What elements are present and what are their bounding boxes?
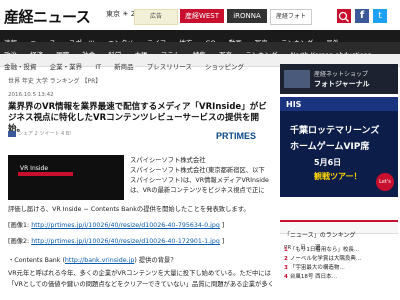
ranking-list: 1 「もり1日着用なら」校長… 2 ノーベル化学賞は大隅良典… 3 「宇宙最大の構造物… — [280, 246, 398, 282]
share-row[interactable]: シェア 2 ツイート 4 B! — [8, 130, 71, 137]
facebook-share-icon[interactable] — [8, 130, 16, 137]
nav-primary: 速報 ニュース スポーツ エンタメ ライフ 地方 GO 動画 写真 ランキング … — [0, 30, 400, 47]
company-line: スパイシーソフト株式会社 — [130, 157, 206, 164]
ad-line-3: 5月6日 — [314, 158, 342, 167]
image-caption-2: [画像2: http://prtimes.jp/i/10026/40/resiz… — [8, 236, 224, 245]
ad-line-1: 千葉ロッテマリーンズ — [290, 126, 380, 136]
contents-bank-label: ・Contents Bank ( — [8, 257, 65, 264]
sidebar-ad-sub: フォトジャーナル — [314, 80, 370, 88]
facebook-icon[interactable]: f — [355, 9, 369, 23]
rank-text[interactable]: ノーベル化学賞は大隅良典… — [290, 256, 362, 262]
article-tail-line-1: VR元年と呼ばれる今年、多くの企業がVRコンテンツを大量に投下し始めている。ただ… — [8, 270, 271, 277]
contents-bank-link[interactable]: http://bank.vrinside.jp — [65, 257, 135, 264]
image-caption-1: [画像1: http://prtimes.jp/i/10026/40/resiz… — [8, 220, 224, 229]
thumbnail-accent — [18, 172, 73, 176]
tab-sankei-west[interactable]: 産経WEST — [180, 9, 224, 23]
nav-tertiary-item[interactable]: ショッピング — [201, 61, 248, 73]
ranking-tabs: PR 日 週 — [280, 234, 398, 251]
image-caption-label: [画像1: — [8, 222, 32, 229]
prtimes-logo: PRTIMES — [216, 131, 257, 141]
nav-tertiary-item[interactable]: 企業・業界 — [46, 61, 87, 73]
search-icon[interactable] — [337, 9, 351, 23]
header-ad[interactable]: 広告 — [134, 9, 178, 25]
image-link-1[interactable]: http://prtimes.jp/i/10026/40/resize/d100… — [31, 222, 220, 229]
rank-number: 3 — [284, 265, 288, 271]
nav-tertiary-item[interactable]: プレスリリース — [143, 61, 196, 73]
ad-line-4: 観戦ツアー！ — [314, 172, 362, 181]
contents-bank-close: ) 提供の背景？ — [134, 257, 177, 264]
sidebar-ad-photo[interactable]: 産経ネットショップ フォトジャーナル — [280, 64, 398, 94]
twitter-icon[interactable]: t — [373, 9, 387, 23]
rank-number: 4 — [284, 274, 288, 280]
site-logo[interactable]: 産経ニュース — [4, 6, 91, 27]
sidebar-ad-his[interactable]: HIS 千葉ロッテマリーンズ ホームゲームVIP席 5月6日 観戦ツアー！ Le… — [280, 97, 398, 197]
image-caption-close: ] — [219, 238, 225, 245]
rank-text[interactable]: 「宇宙最大の構造物… — [290, 265, 345, 271]
nav-secondary: 政治 経済 国際 社会 科学 主張 コラム 特集 写真 ランキング North … — [0, 42, 400, 59]
rank-number: 2 — [284, 256, 288, 262]
thumbnail-title: VR Inside — [20, 165, 49, 172]
company-line: スパイシーソフト)は、VR情報メディアVRInside — [130, 177, 269, 184]
ranking-item[interactable]: 1 「もり1日着用なら」校長… — [280, 246, 398, 255]
tab-sankei-photo[interactable]: 産経フォト — [270, 9, 312, 25]
article-thumbnail — [8, 155, 124, 200]
ad-badge: Let's Go — [376, 173, 394, 191]
article-tail-line-2: 「VRとしての価値や鍵いの問題点などをクリアーできていない」品質に問題がある企業… — [8, 281, 272, 288]
nav-tertiary-item[interactable]: 金融・投資 — [0, 61, 41, 73]
ranking-header: 「ニュース」のランキング — [280, 220, 398, 239]
image-link-2[interactable]: http://prtimes.jp/i/10026/40/resize/d100… — [31, 238, 220, 245]
sidebar-ad-head: 産経ネットショップ — [314, 71, 369, 78]
share-counts[interactable]: シェア 2 ツイート 4 B! — [18, 131, 71, 137]
nav-tertiary-item[interactable]: 新商品 — [110, 61, 138, 73]
tab-ironna[interactable]: iRONNA — [227, 9, 267, 23]
company-intro: スパイシーソフト株式会社 スパイシーソフト株式会社(東京都新宿区、以下 スパイシ… — [130, 156, 272, 196]
contents-bank-line: ・Contents Bank (http://bank.vrinside.jp)… — [8, 255, 177, 264]
rank-text[interactable]: 「もり1日着用なら」校長… — [290, 247, 360, 253]
his-logo: HIS — [286, 100, 302, 109]
top-header: 産経ニュース 東京 ☀ 21℃ 広告 産経WEST iRONNA 産経フォト f… — [0, 0, 400, 31]
ranking-item[interactable]: 4 台風18号 西日本… — [280, 273, 398, 282]
ad-line-2: ホームゲームVIP席 — [290, 142, 370, 152]
company-line: は、VRの最新コンテンツをビジネス視点で正に — [130, 187, 265, 194]
company-line: スパイシーソフト株式会社(東京都新宿区、以下 — [130, 167, 265, 174]
article-body-line: 評価し届ける、VR Inside − Contents Bankの提供を開始した… — [8, 206, 250, 213]
rank-number: 1 — [284, 247, 288, 253]
ranking-item[interactable]: 3 「宇宙最大の構造物… — [280, 264, 398, 273]
rank-text[interactable]: 台風18号 西日本… — [290, 274, 337, 280]
nav-tertiary-item[interactable]: IT — [91, 61, 105, 73]
breadcrumb[interactable]: 世界 年史 大学 ランキング 【PR】 — [8, 76, 101, 85]
photo-icon — [284, 70, 310, 88]
ranking-item[interactable]: 2 ノーベル化学賞は大隅良典… — [280, 255, 398, 264]
article-date: 2016.10.5 13:42 — [8, 92, 54, 98]
image-caption-close: ] — [219, 222, 225, 229]
image-caption-label: [画像2: — [8, 238, 32, 245]
